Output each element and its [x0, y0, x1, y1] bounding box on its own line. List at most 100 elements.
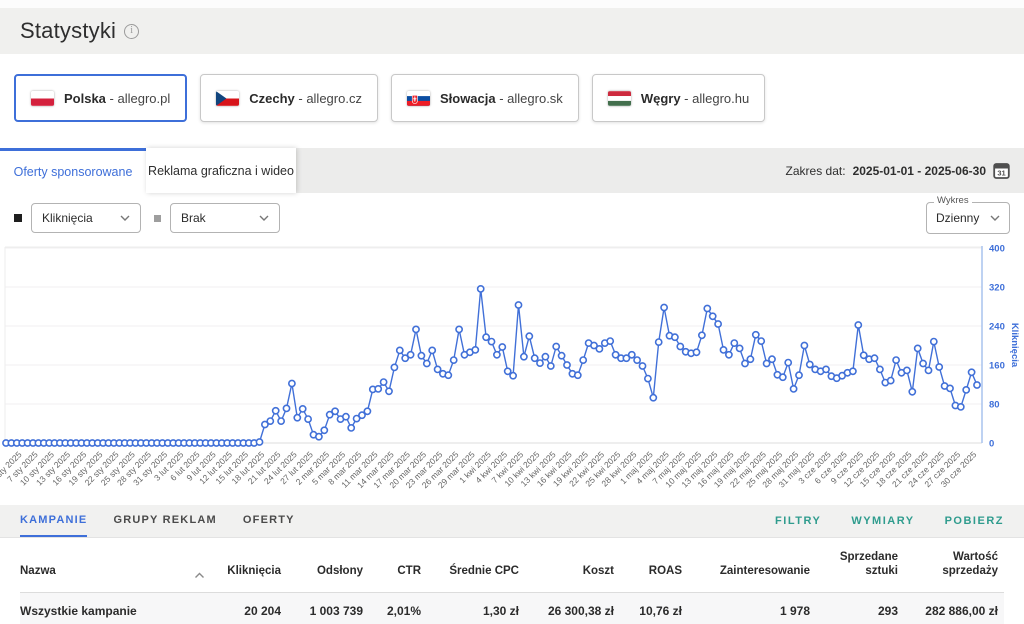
tab-oferty-sponsorowane[interactable]: Oferty sponsorowane	[0, 148, 146, 193]
data-point[interactable]	[747, 356, 753, 362]
data-point[interactable]	[877, 366, 883, 372]
data-point[interactable]	[769, 356, 775, 362]
table-row[interactable]: Wszystkie kampanie20 2041 003 7392,01%1,…	[20, 592, 1004, 624]
data-point[interactable]	[510, 373, 516, 379]
column-header-nazwa[interactable]: Nazwa	[20, 538, 215, 592]
data-point[interactable]	[424, 360, 430, 366]
data-point[interactable]	[974, 382, 980, 388]
data-point[interactable]	[542, 354, 548, 360]
data-point[interactable]	[478, 286, 484, 292]
data-point[interactable]	[413, 326, 419, 332]
data-point[interactable]	[607, 338, 613, 344]
data-point[interactable]	[256, 439, 262, 445]
data-point[interactable]	[521, 354, 527, 360]
data-point[interactable]	[925, 367, 931, 373]
data-point[interactable]	[515, 302, 521, 308]
calendar-icon[interactable]: 31	[993, 162, 1010, 179]
data-point[interactable]	[931, 339, 937, 345]
table-action-pobierz[interactable]: POBIERZ	[945, 505, 1004, 537]
data-point[interactable]	[871, 355, 877, 361]
data-point[interactable]	[408, 352, 414, 358]
market-button-polska[interactable]: Polska - allegro.pl	[14, 74, 187, 122]
data-point[interactable]	[451, 357, 457, 363]
data-point[interactable]	[472, 347, 478, 353]
data-point[interactable]	[639, 363, 645, 369]
data-point[interactable]	[947, 385, 953, 391]
data-point[interactable]	[418, 353, 424, 359]
data-point[interactable]	[785, 360, 791, 366]
data-point[interactable]	[294, 415, 300, 421]
data-point[interactable]	[494, 352, 500, 358]
table-tab-oferty[interactable]: OFERTY	[243, 505, 295, 537]
data-point[interactable]	[364, 408, 370, 414]
info-icon[interactable]: i	[124, 24, 139, 39]
metric-select[interactable]: Kliknięcia	[31, 203, 141, 233]
data-point[interactable]	[267, 418, 273, 424]
chart-type-select[interactable]: Dzienny	[926, 202, 1010, 234]
data-point[interactable]	[634, 357, 640, 363]
data-point[interactable]	[559, 353, 565, 359]
data-point[interactable]	[445, 372, 451, 378]
data-point[interactable]	[375, 386, 381, 392]
market-button-wegry[interactable]: Węgry - allegro.hu	[592, 74, 765, 122]
data-point[interactable]	[855, 322, 861, 328]
data-point[interactable]	[575, 372, 581, 378]
chart-canvas[interactable]: 080160240320400Kliknięcia4 sty 20257 sty…	[0, 243, 1024, 498]
data-point[interactable]	[650, 395, 656, 401]
data-point[interactable]	[656, 339, 662, 345]
market-button-czechy[interactable]: Czechy - allegro.cz	[200, 74, 378, 122]
data-point[interactable]	[343, 414, 349, 420]
data-point[interactable]	[807, 361, 813, 367]
data-point[interactable]	[963, 387, 969, 393]
data-point[interactable]	[850, 368, 856, 374]
data-point[interactable]	[693, 349, 699, 355]
data-point[interactable]	[289, 380, 295, 386]
data-point[interactable]	[969, 369, 975, 375]
data-point[interactable]	[629, 352, 635, 358]
date-range-picker[interactable]: Zakres dat: 2025-01-01 - 2025-06-30 31	[786, 148, 1024, 193]
data-point[interactable]	[564, 362, 570, 368]
data-point[interactable]	[348, 425, 354, 431]
column-header-roas[interactable]: ROAS	[620, 538, 688, 592]
column-header-zainteresowanie[interactable]: Zainteresowanie	[688, 538, 816, 592]
data-point[interactable]	[791, 386, 797, 392]
data-point[interactable]	[726, 352, 732, 358]
data-point[interactable]	[537, 360, 543, 366]
data-point[interactable]	[386, 388, 392, 394]
data-point[interactable]	[273, 408, 279, 414]
column-header--rednie-cpc[interactable]: Średnie CPC	[427, 538, 525, 592]
data-point[interactable]	[737, 345, 743, 351]
data-point[interactable]	[488, 339, 494, 345]
data-point[interactable]	[893, 357, 899, 363]
data-point[interactable]	[936, 364, 942, 370]
data-point[interactable]	[672, 334, 678, 340]
data-point[interactable]	[483, 334, 489, 340]
data-point[interactable]	[909, 389, 915, 395]
data-point[interactable]	[456, 326, 462, 332]
data-point[interactable]	[904, 367, 910, 373]
data-point[interactable]	[661, 304, 667, 310]
data-point[interactable]	[715, 321, 721, 327]
data-point[interactable]	[283, 405, 289, 411]
data-point[interactable]	[505, 368, 511, 374]
column-header-ctr[interactable]: CTR	[369, 538, 427, 592]
data-point[interactable]	[532, 355, 538, 361]
column-header-klikni-cia[interactable]: Kliknięcia	[215, 538, 287, 592]
data-point[interactable]	[305, 416, 311, 422]
data-point[interactable]	[720, 347, 726, 353]
tab-reklama-graficzna-i-wideo[interactable]: Reklama graficzna i wideo	[146, 148, 296, 193]
table-action-filtry[interactable]: FILTRY	[775, 505, 821, 537]
data-point[interactable]	[596, 346, 602, 352]
data-point[interactable]	[548, 363, 554, 369]
data-point[interactable]	[553, 343, 559, 349]
data-point[interactable]	[300, 406, 306, 412]
data-point[interactable]	[381, 379, 387, 385]
data-point[interactable]	[580, 357, 586, 363]
column-header-ods-ony[interactable]: Odsłony	[287, 538, 369, 592]
data-point[interactable]	[758, 338, 764, 344]
data-point[interactable]	[316, 434, 322, 440]
data-point[interactable]	[704, 305, 710, 311]
data-point[interactable]	[710, 313, 716, 319]
data-point[interactable]	[920, 360, 926, 366]
data-point[interactable]	[397, 347, 403, 353]
